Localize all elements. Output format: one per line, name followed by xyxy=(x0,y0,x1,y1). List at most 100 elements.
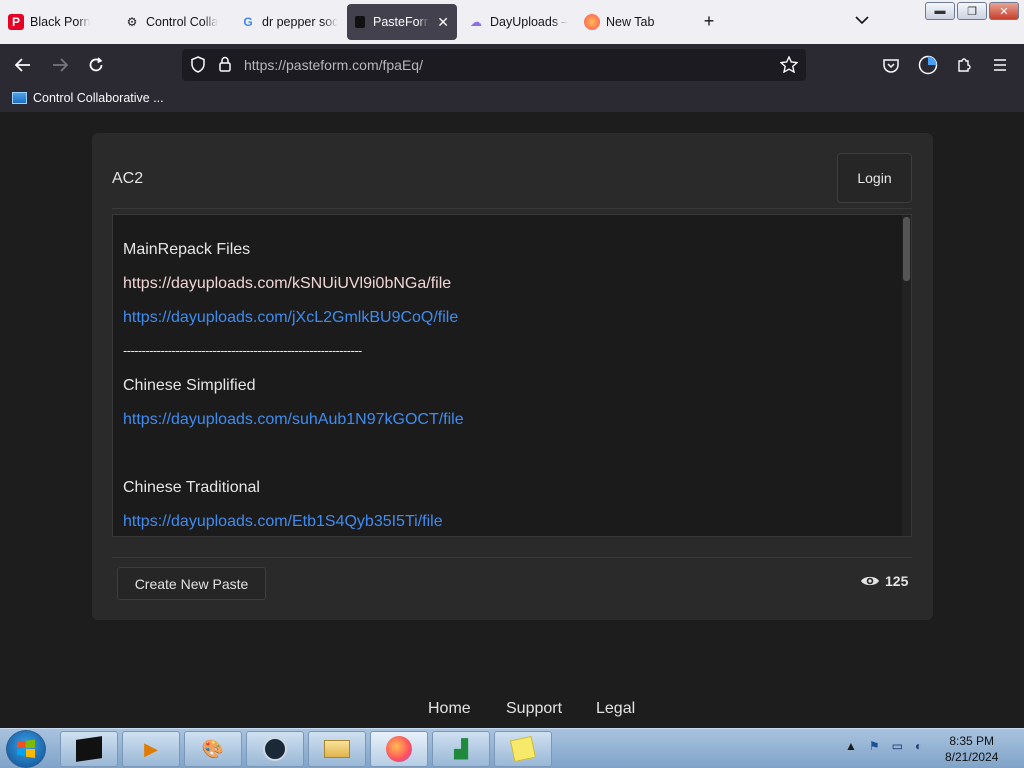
media-player-icon: ▶ xyxy=(144,738,158,759)
view-count-value: 125 xyxy=(885,573,909,589)
tab-black-porn[interactable]: P Black Porn xyxy=(8,4,108,40)
puzzle-icon xyxy=(958,58,971,72)
footer-link-legal[interactable]: Legal xyxy=(596,700,635,718)
pocket-button[interactable] xyxy=(878,52,904,78)
monitor-icon xyxy=(12,92,27,104)
reload-icon xyxy=(89,57,103,72)
tab-new-tab[interactable]: New Tab xyxy=(584,4,684,40)
footer-link-home[interactable]: Home xyxy=(428,700,471,718)
tab-pasteform[interactable]: PasteForm ✕ xyxy=(347,4,457,40)
display-icon[interactable]: ▭ xyxy=(892,739,903,753)
shield-icon[interactable] xyxy=(190,56,206,77)
account-button[interactable] xyxy=(915,52,941,78)
taskbar-app-media-player[interactable]: ▶ xyxy=(122,731,180,767)
action-center-icon[interactable]: ⚑ xyxy=(869,739,880,753)
taskbar-app-steam[interactable] xyxy=(246,731,304,767)
taskbar-app-chart[interactable]: ▟ xyxy=(432,731,490,767)
volume-icon[interactable]: ◐ xyxy=(915,739,922,753)
close-window-button[interactable]: ✕ xyxy=(989,2,1019,20)
black-box-icon xyxy=(76,736,102,762)
clock-time: 8:35 PM xyxy=(949,734,995,748)
palette-icon: 🎨 xyxy=(201,738,225,759)
system-clock[interactable]: 8:35 PM 8/21/2024 xyxy=(945,733,998,765)
account-icon xyxy=(918,55,938,75)
paste-line: Chinese Simplified xyxy=(123,377,256,394)
forward-arrow-icon xyxy=(53,58,68,72)
folder-icon xyxy=(324,740,350,758)
pasteform-icon xyxy=(355,16,365,28)
windows-logo-icon xyxy=(17,739,35,758)
list-all-tabs-chevron-icon[interactable] xyxy=(855,13,869,28)
paste-card: AC2 Login MainRepack Files https://dayup… xyxy=(92,133,933,620)
tab-dr-pepper[interactable]: G dr pepper soc xyxy=(240,4,340,40)
taskbar-app-firefox[interactable] xyxy=(370,731,428,767)
page-content: AC2 Login MainRepack Files https://dayup… xyxy=(0,112,1024,728)
taskbar-app-terminal[interactable] xyxy=(60,731,118,767)
login-button[interactable]: Login xyxy=(837,153,912,203)
windows-taskbar: ▶ 🎨 ▟ ▲ ⚑ ▭ ◐ 8:35 PM 8/21/2024 xyxy=(0,728,1024,768)
taskbar-app-explorer[interactable] xyxy=(308,731,366,767)
paste-content-box[interactable]: MainRepack Files https://dayuploads.com/… xyxy=(112,214,912,537)
paste-title: AC2 xyxy=(112,170,144,187)
view-count: 125 xyxy=(860,573,908,589)
chart-icon: ▟ xyxy=(454,738,468,759)
bookmark-label: Control Collaborative ... xyxy=(33,91,164,105)
show-hidden-icons-icon[interactable]: ▲ xyxy=(845,739,857,753)
tab-label: New Tab xyxy=(606,15,655,29)
address-bar[interactable]: https://pasteform.com/fpaEq/ xyxy=(182,49,806,81)
paste-separator: ----------------------------------------… xyxy=(123,343,362,358)
footer-link-support[interactable]: Support xyxy=(506,700,562,718)
taskbar-app-notes[interactable] xyxy=(494,731,552,767)
menu-button[interactable] xyxy=(987,52,1013,78)
pinterest-icon: P xyxy=(8,14,24,30)
eye-icon xyxy=(861,576,879,586)
paste-line: Chinese Traditional xyxy=(123,479,260,496)
paste-link[interactable]: https://dayuploads.com/Etb1S4Qyb35I5Ti/f… xyxy=(123,513,443,531)
divider xyxy=(112,208,912,209)
restore-button[interactable]: ❐ xyxy=(957,2,987,20)
controller-icon: ⚙ xyxy=(126,15,138,29)
dayuploads-icon: ☁ xyxy=(470,15,482,29)
back-button[interactable] xyxy=(10,52,36,78)
tab-label: dr pepper soc xyxy=(262,15,339,29)
tab-dayuploads[interactable]: ☁ DayUploads – xyxy=(468,4,568,40)
scrollbar-track[interactable] xyxy=(902,215,911,536)
bookmark-item[interactable]: Control Collaborative ... xyxy=(12,91,164,105)
close-tab-icon[interactable]: ✕ xyxy=(437,14,449,31)
paste-link[interactable]: https://dayuploads.com/kSNUiUVl9i0bNGa/f… xyxy=(123,275,451,293)
divider xyxy=(112,557,912,558)
firefox-icon xyxy=(584,14,600,30)
paste-link[interactable]: https://dayuploads.com/jXcL2GmlkBU9CoQ/f… xyxy=(123,309,458,327)
tab-strip: P Black Porn ⚙ Control Colla G dr pepper… xyxy=(0,0,1024,44)
sticky-notes-icon xyxy=(509,735,537,763)
navigation-bar: https://pasteform.com/fpaEq/ xyxy=(0,44,1024,86)
reload-button[interactable] xyxy=(83,52,109,78)
tab-label: PasteForm xyxy=(373,15,430,29)
forward-button[interactable] xyxy=(47,52,73,78)
paste-line: MainRepack Files xyxy=(123,241,251,258)
pocket-icon xyxy=(883,58,899,73)
scrollbar-thumb[interactable] xyxy=(903,217,910,281)
bookmark-star-icon[interactable] xyxy=(779,55,799,77)
system-tray: ▲ ⚑ ▭ ◐ xyxy=(845,739,922,753)
tab-label: Black Porn xyxy=(30,15,91,29)
firefox-icon xyxy=(386,736,412,762)
extensions-button[interactable] xyxy=(951,52,977,78)
clock-date: 8/21/2024 xyxy=(945,750,999,764)
hamburger-menu-icon xyxy=(994,59,1006,71)
google-icon: G xyxy=(243,15,253,29)
tab-label: Control Colla xyxy=(146,15,219,29)
taskbar-app-paint[interactable]: 🎨 xyxy=(184,731,242,767)
steam-icon xyxy=(263,737,287,761)
url-text[interactable]: https://pasteform.com/fpaEq/ xyxy=(244,57,423,73)
tab-label: DayUploads – xyxy=(490,15,568,29)
create-new-paste-button[interactable]: Create New Paste xyxy=(117,567,266,600)
start-button[interactable] xyxy=(6,730,46,768)
paste-link[interactable]: https://dayuploads.com/suhAub1N97kGOCT/f… xyxy=(123,411,464,429)
back-arrow-icon xyxy=(15,58,30,72)
new-tab-button[interactable]: + xyxy=(700,12,718,30)
lock-icon[interactable] xyxy=(218,56,232,76)
tab-control-colla[interactable]: ⚙ Control Colla xyxy=(124,4,224,40)
minimize-button[interactable]: ▬ xyxy=(925,2,955,20)
bookmarks-toolbar: Control Collaborative ... xyxy=(0,86,1024,112)
